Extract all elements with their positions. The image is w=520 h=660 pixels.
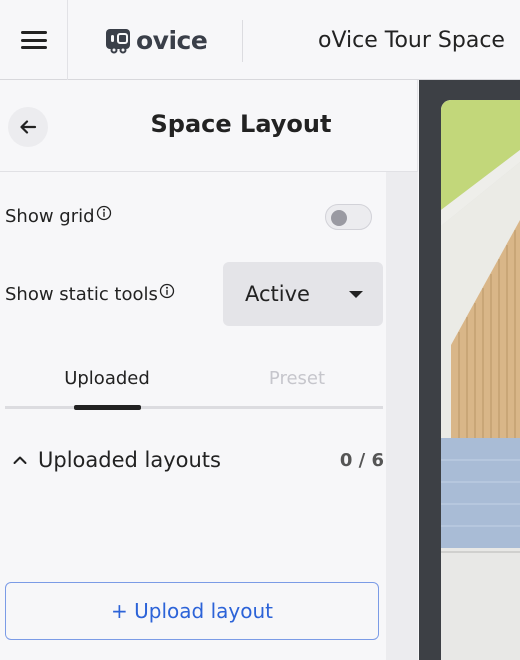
layout-preview-art [441,100,520,660]
show-static-tools-label: Show static tools [5,284,158,305]
show-grid-label: Show grid [5,206,95,227]
info-icon[interactable] [96,205,112,221]
upload-layout-button[interactable]: + Upload layout [5,582,379,640]
chevron-up-icon [13,456,27,464]
show-static-tools-row: Show static tools [5,283,175,305]
layout-preview-image [441,100,520,660]
panel-header: Space Layout [0,80,418,172]
menu-button[interactable] [0,0,68,80]
caret-down-icon [349,291,363,298]
space-name[interactable]: oVice Tour Space [318,28,505,53]
info-icon[interactable] [159,283,175,299]
logo-text: ovice [136,25,208,55]
static-tools-select[interactable]: Active [223,262,383,326]
uploaded-layouts-header[interactable]: Uploaded layouts 0 / 6 [10,448,384,474]
tab-preset[interactable]: Preset [222,368,372,398]
static-tools-selected-value: Active [245,282,310,306]
tab-rail [5,406,383,409]
tab-uploaded[interactable]: Uploaded [32,368,182,398]
uploaded-layouts-title: Uploaded layouts [38,448,221,472]
ovice-logo[interactable]: ovice [104,24,208,56]
active-tab-indicator [74,405,141,410]
show-grid-toggle[interactable] [325,204,372,230]
ovice-logo-icon [106,29,130,54]
scrollbar-track[interactable] [386,172,418,660]
toggle-knob [331,210,347,226]
app-header: ovice oVice Tour Space [0,0,520,80]
space-layout-panel: Space Layout Show grid Show static tools… [0,80,418,660]
space-canvas[interactable] [419,80,520,660]
hamburger-menu-icon [20,31,47,49]
uploaded-layouts-count: 0 / 6 [339,450,384,471]
header-divider [242,20,243,62]
panel-title: Space Layout [150,110,332,138]
show-grid-row: Show grid [5,205,112,227]
